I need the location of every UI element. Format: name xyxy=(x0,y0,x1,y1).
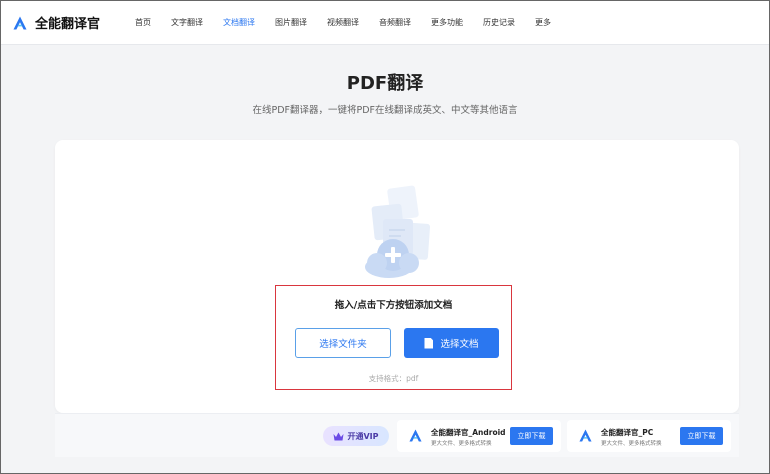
page-title: PDF翻译 xyxy=(346,73,424,94)
select-document-button[interactable]: 选择文档 xyxy=(404,328,499,358)
pc-app-card: 全能翻译官_PC 更大文件、更多格式转换 立即下载 xyxy=(567,420,731,452)
select-folder-button[interactable]: 选择文件夹 xyxy=(295,328,391,358)
nav-audio-translate[interactable]: 音频翻译 xyxy=(379,1,411,45)
brand-logo-icon xyxy=(13,16,27,29)
nav-document-translate[interactable]: 文档翻译 xyxy=(223,1,255,45)
crown-icon xyxy=(333,432,344,440)
top-navigation-bar: 全能翻译官 首页 文字翻译 文档翻译 图片翻译 视频翻译 音频翻译 更多功能 历… xyxy=(1,1,769,45)
pc-download-button[interactable]: 立即下载 xyxy=(680,427,723,445)
android-download-button[interactable]: 立即下载 xyxy=(510,427,553,445)
nav-image-translate[interactable]: 图片翻译 xyxy=(275,1,307,45)
page-subtitle: 在线PDF翻译器，一键将PDF在线翻译成英文、中文等其他语言 xyxy=(252,105,518,116)
android-app-name: 全能翻译官_Android xyxy=(431,428,506,437)
nav-text-translate[interactable]: 文字翻译 xyxy=(171,1,203,45)
pc-app-desc: 更大文件、更多格式转换 xyxy=(601,441,662,447)
android-app-card: 全能翻译官_Android 更大文件、更多格式转换 立即下载 xyxy=(397,420,561,452)
nav-more-features[interactable]: 更多功能 xyxy=(431,1,463,45)
upload-illustration-icon[interactable] xyxy=(359,183,433,279)
nav-video-translate[interactable]: 视频翻译 xyxy=(327,1,359,45)
select-document-label: 选择文档 xyxy=(440,339,479,350)
supported-formats: 支持格式：pdf xyxy=(368,374,419,383)
vip-label: 开通VIP xyxy=(347,431,379,441)
android-app-desc: 更大文件、更多格式转换 xyxy=(431,441,492,447)
vip-button[interactable]: 开通VIP xyxy=(323,426,389,446)
main-nav: 首页 文字翻译 文档翻译 图片翻译 视频翻译 音频翻译 更多功能 历史记录 更多 xyxy=(135,1,571,45)
nav-home[interactable]: 首页 xyxy=(135,1,151,45)
drop-zone[interactable]: 拖入/点击下方按钮添加文档 选择文件夹 选择文档 支持格式：pdf xyxy=(275,285,512,390)
nav-more[interactable]: 更多 xyxy=(535,1,551,45)
drop-prompt: 拖入/点击下方按钮添加文档 xyxy=(334,300,453,311)
document-icon xyxy=(424,337,434,349)
pc-app-name: 全能翻译官_PC xyxy=(601,428,654,437)
download-bar: 开通VIP 全能翻译官_Android 更大文件、更多格式转换 立即下载 全能翻… xyxy=(55,413,739,457)
app-logo-icon xyxy=(579,429,592,442)
brand-name: 全能翻译官 xyxy=(35,17,101,32)
app-logo-icon xyxy=(409,429,422,442)
brand[interactable]: 全能翻译官 xyxy=(13,13,135,32)
nav-history[interactable]: 历史记录 xyxy=(483,1,515,45)
